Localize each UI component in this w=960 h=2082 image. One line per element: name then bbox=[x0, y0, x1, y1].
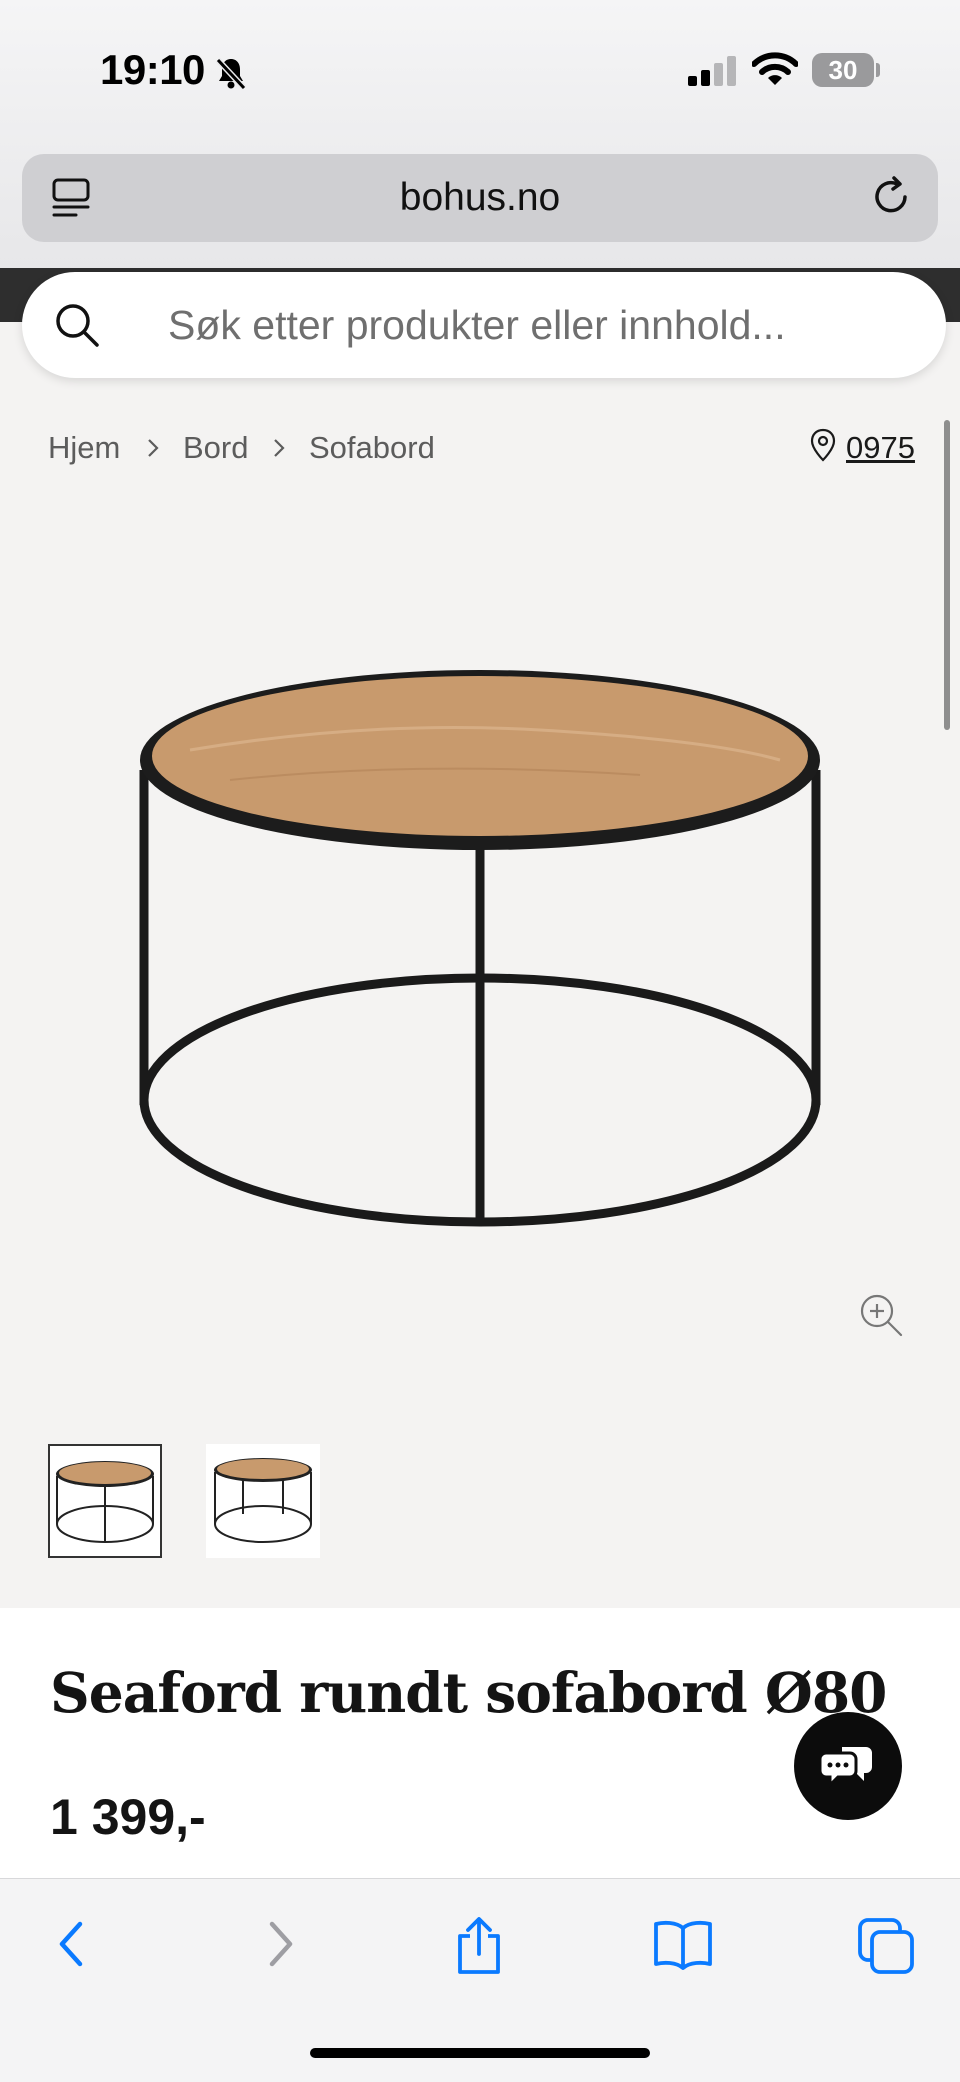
scrollbar[interactable] bbox=[944, 420, 950, 730]
bell-slash-icon bbox=[212, 54, 250, 97]
product-title: Seaford rundt sofabord Ø80 bbox=[50, 1660, 887, 1725]
back-icon[interactable] bbox=[50, 1916, 94, 1977]
product-price: 1 399,- bbox=[50, 1789, 206, 1845]
bookmarks-icon[interactable] bbox=[652, 1916, 714, 1977]
share-icon[interactable] bbox=[452, 1916, 506, 1981]
cellular-signal-icon bbox=[688, 56, 740, 91]
chevron-right-icon bbox=[144, 436, 162, 465]
zoom-in-icon[interactable] bbox=[858, 1292, 904, 1343]
store-code-link[interactable]: 0975 bbox=[846, 430, 915, 466]
tabs-overview-icon[interactable] bbox=[856, 1916, 916, 1981]
breadcrumb-sofabord[interactable]: Sofabord bbox=[309, 430, 435, 466]
location-pin-icon[interactable] bbox=[810, 428, 836, 467]
wifi-icon bbox=[751, 52, 799, 91]
url-text[interactable]: bohus.no bbox=[22, 176, 938, 220]
chat-button[interactable] bbox=[794, 1712, 902, 1820]
chat-bubbles-icon bbox=[818, 1739, 876, 1794]
breadcrumb-home[interactable]: Hjem bbox=[48, 430, 120, 466]
battery-indicator: 30 bbox=[812, 53, 874, 87]
home-indicator bbox=[310, 2048, 650, 2058]
reload-icon[interactable] bbox=[868, 174, 914, 225]
thumbnail-2[interactable] bbox=[206, 1444, 320, 1558]
forward-icon[interactable] bbox=[258, 1916, 302, 1977]
search-input[interactable] bbox=[168, 300, 888, 350]
breadcrumb-bord[interactable]: Bord bbox=[183, 430, 248, 466]
search-icon[interactable] bbox=[52, 300, 102, 355]
battery-cap bbox=[876, 63, 880, 77]
thumbnail-1[interactable] bbox=[48, 1444, 162, 1558]
product-image[interactable] bbox=[120, 660, 840, 1265]
status-time: 19:10 bbox=[100, 46, 205, 93]
chevron-right-icon bbox=[270, 436, 288, 465]
search-bar[interactable] bbox=[22, 272, 946, 378]
address-bar[interactable]: bohus.no bbox=[22, 154, 938, 242]
